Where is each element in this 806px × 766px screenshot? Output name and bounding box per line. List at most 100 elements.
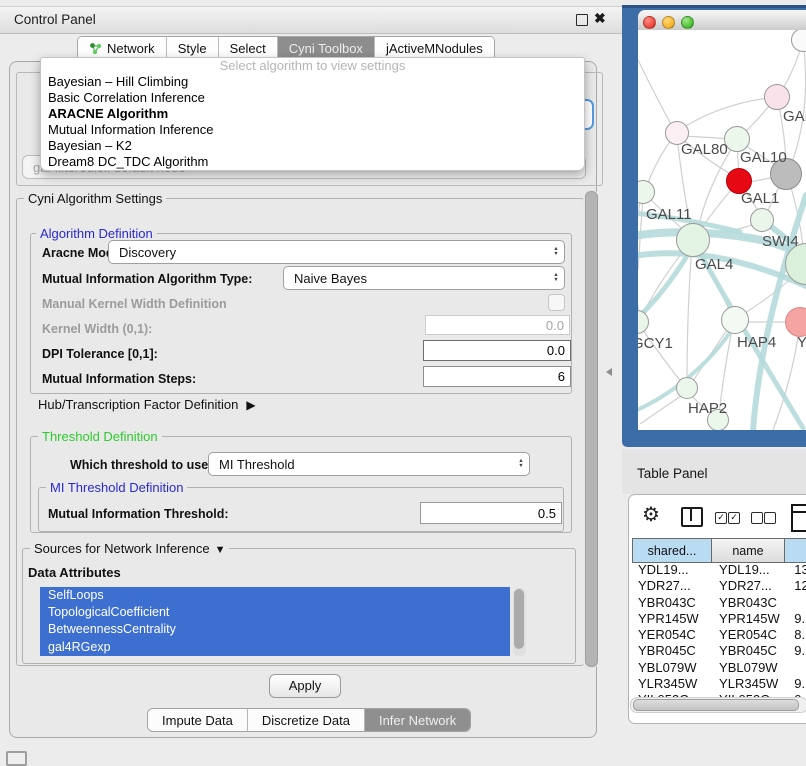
table-hscrollbar-thumb[interactable] (633, 699, 799, 711)
minimized-panel-icon[interactable] (6, 751, 27, 766)
tab-select[interactable]: Select (218, 37, 277, 59)
table-cell: YER054C (713, 627, 789, 643)
table-header-row: shared...name (632, 538, 806, 563)
column-header-extra[interactable] (784, 539, 806, 562)
kernel-width-field[interactable] (425, 315, 570, 335)
network-icon (89, 42, 102, 55)
node-label: GAL11 (646, 206, 692, 223)
data-attribute-item[interactable]: BetweennessCentrality (40, 621, 510, 638)
mi-threshold-field[interactable] (420, 502, 562, 524)
tab-discretize-data[interactable]: Discretize Data (247, 709, 364, 731)
close-icon[interactable]: ✖ (594, 10, 606, 27)
dpi-tolerance-label: DPI Tolerance [0,1]: (42, 347, 158, 361)
select-all-icon[interactable]: ✓ (728, 512, 740, 524)
tab-impute-data[interactable]: Impute Data (148, 709, 247, 731)
window-zoom-button[interactable] (681, 16, 694, 29)
split-view-icon[interactable] (681, 507, 703, 527)
table-cell: 13 (789, 562, 806, 578)
table-cell: YPR145W (713, 611, 789, 627)
data-attribute-item[interactable]: gal4RGexp (40, 639, 510, 656)
node-label: GAL10 (740, 149, 787, 166)
table-cell: 8. (789, 627, 806, 643)
threshold-definition-title: Threshold Definition (38, 429, 162, 444)
window-minimize-button[interactable] (662, 16, 675, 29)
expand-right-icon: ▶ (246, 398, 255, 412)
apply-button[interactable]: Apply (269, 674, 341, 698)
table-row[interactable]: YDR27...YDR27...12 (632, 578, 806, 594)
table-cell: YDL19... (713, 562, 789, 578)
table-row[interactable]: YBR045CYBR045C9. (632, 643, 806, 659)
settings-scrollbar-thumb[interactable] (585, 191, 598, 667)
aracne-mode-select[interactable]: Discovery ▲▼ (108, 240, 565, 264)
algorithm-popup-list: Bayesian – Hill ClimbingBasic Correlatio… (41, 74, 584, 170)
table-row[interactable]: YLR345WYLR345W9. (632, 676, 806, 692)
network-view-canvas[interactable]: GALGAL80GAL10GAL1GAL11SWI4GAL4GCY1HAP4YH… (638, 30, 806, 430)
table-cell: YDR27... (713, 578, 789, 594)
table-row[interactable]: YPR145WYPR145W9. (632, 611, 806, 627)
network-node[interactable] (676, 377, 698, 399)
table-cell: YBR043C (713, 595, 789, 611)
network-node[interactable] (721, 306, 749, 334)
table-icon[interactable] (791, 504, 806, 532)
window-close-button[interactable] (643, 16, 656, 29)
table-row[interactable]: YDL19...YDL19...13 (632, 562, 806, 578)
deselect-all-icon[interactable] (764, 512, 776, 524)
table-cell: YDL19... (632, 562, 713, 578)
network-node[interactable] (764, 84, 790, 110)
tab-jactivemnodules[interactable]: jActiveMNodules (374, 37, 494, 59)
attribute-list-scrollbar-thumb[interactable] (514, 589, 524, 649)
node-label: SWI4 (762, 233, 799, 250)
select-all-icon[interactable]: ✓ (715, 512, 727, 524)
algorithm-option[interactable]: Bayesian – K2 (41, 138, 584, 154)
table-cell (789, 660, 806, 676)
table-row[interactable]: YER054CYER054C8. (632, 627, 806, 643)
table-row[interactable]: YBL079WYBL079W (632, 660, 806, 676)
data-attribute-item[interactable]: SelfLoops (40, 587, 510, 604)
table-cell: YPR145W (632, 611, 713, 627)
table-cell: YDR27... (632, 578, 713, 594)
hub-definition-expander[interactable]: Hub/Transcription Factor Definition▶ (38, 397, 256, 412)
network-node[interactable] (750, 208, 774, 232)
network-node[interactable] (676, 223, 710, 257)
table-cell: 9. (789, 643, 806, 659)
algorithm-option[interactable]: Dream8 DC_TDC Algorithm (41, 154, 584, 170)
tab-style[interactable]: Style (166, 37, 218, 59)
table-cell: 9. (789, 611, 806, 627)
table-panel-titlebar: Table Panel (622, 449, 806, 494)
manual-kernel-checkbox[interactable] (548, 294, 565, 311)
node-label: HAP2 (688, 400, 727, 417)
stepper-icon: ▲▼ (548, 273, 564, 283)
algorithm-option[interactable]: Basic Correlation Inference (41, 90, 584, 106)
network-window-titlebar[interactable] (638, 10, 806, 31)
control-panel-titlebar: Control Panel ✖ (0, 6, 622, 34)
deselect-all-icon[interactable] (751, 512, 763, 524)
tab-network[interactable]: Network (78, 37, 166, 59)
column-header-name[interactable]: name (711, 539, 784, 562)
algorithm-option[interactable]: Mutual Information Inference (41, 122, 584, 138)
data-attributes-label: Data Attributes (28, 565, 121, 580)
node-label: GAL80 (681, 141, 728, 158)
mi-steps-field[interactable] (423, 366, 571, 387)
table-cell: YLR345W (713, 676, 789, 692)
cyni-settings-title: Cyni Algorithm Settings (24, 191, 166, 206)
panel-splitter-handle[interactable] (606, 368, 612, 376)
tab-cyni-toolbox[interactable]: Cyni Toolbox (277, 37, 374, 59)
dpi-tolerance-field[interactable] (423, 340, 571, 361)
cyni-bottom-tab-strip: Impute DataDiscretize DataInfer Network (147, 708, 471, 732)
node-label: GAL4 (695, 256, 733, 273)
table-row[interactable]: YBR043CYBR043C (632, 595, 806, 611)
data-attribute-item[interactable]: TopologicalCoefficient (40, 604, 510, 621)
gear-icon[interactable]: ⚙ (642, 502, 660, 527)
stepper-icon: ▲▼ (513, 459, 529, 469)
algorithm-option[interactable]: ARACNE Algorithm (41, 106, 584, 122)
sources-title: Sources for Network Inference▼ (30, 541, 229, 556)
mi-type-select[interactable]: Naive Bayes ▲▼ (283, 266, 565, 290)
algorithm-option[interactable]: Bayesian – Hill Climbing (41, 74, 584, 90)
table-cell: YBR045C (632, 643, 713, 659)
column-header-shared[interactable]: shared... (633, 539, 711, 562)
collapse-down-icon[interactable]: ▼ (215, 544, 226, 556)
restore-icon[interactable] (576, 14, 588, 26)
tab-infer-network[interactable]: Infer Network (364, 709, 470, 731)
which-threshold-label: Which threshold to use: (70, 458, 212, 472)
which-threshold-select[interactable]: MI Threshold ▲▼ (208, 452, 530, 476)
